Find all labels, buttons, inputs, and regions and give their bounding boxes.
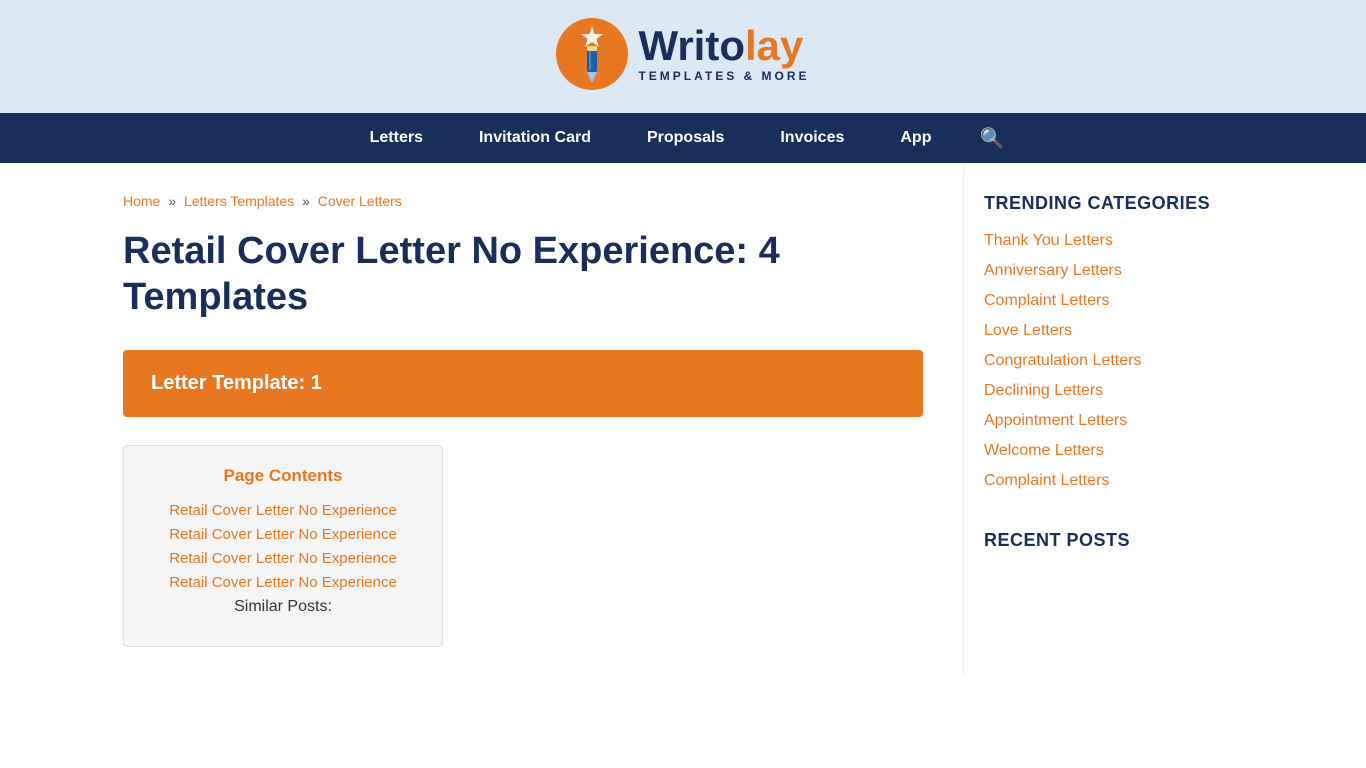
trending-item-3[interactable]: Love Letters <box>984 322 1072 339</box>
page-contents-list: Retail Cover Letter No Experience Retail… <box>154 502 412 616</box>
trending-item-6[interactable]: Appointment Letters <box>984 412 1127 429</box>
similar-posts-item: Similar Posts: <box>154 598 412 616</box>
logo-lay: lay <box>745 22 803 69</box>
page-wrapper: Home » Letters Templates » Cover Letters… <box>83 163 1283 677</box>
nav-item-invitation[interactable]: Invitation Card <box>451 113 619 163</box>
nav-link-proposals[interactable]: Proposals <box>619 113 752 163</box>
breadcrumb-home[interactable]: Home <box>123 193 160 209</box>
logo-writo: Writo <box>638 22 745 69</box>
page-title: Retail Cover Letter No Experience: 4 Tem… <box>123 229 923 320</box>
contents-link-3[interactable]: Retail Cover Letter No Experience <box>169 550 397 567</box>
list-item[interactable]: Retail Cover Letter No Experience <box>154 574 412 592</box>
list-item[interactable]: Anniversary Letters <box>984 262 1263 280</box>
recent-posts-heading: RECENT POSTS <box>984 530 1263 551</box>
list-item[interactable]: Love Letters <box>984 322 1263 340</box>
nav-item-letters[interactable]: Letters <box>342 113 451 163</box>
trending-item-0[interactable]: Thank You Letters <box>984 232 1113 249</box>
list-item[interactable]: Appointment Letters <box>984 412 1263 430</box>
trending-item-5[interactable]: Declining Letters <box>984 382 1103 399</box>
list-item[interactable]: Retail Cover Letter No Experience <box>154 550 412 568</box>
breadcrumb-sep-2: » <box>302 193 314 209</box>
site-header: Writolay TEMPLATES & MORE <box>0 0 1366 113</box>
contents-link-4[interactable]: Retail Cover Letter No Experience <box>169 574 397 591</box>
nav-item-invoices[interactable]: Invoices <box>752 113 872 163</box>
trending-item-8[interactable]: Complaint Letters <box>984 472 1109 489</box>
logo-text: Writolay TEMPLATES & MORE <box>638 25 809 83</box>
sidebar: TRENDING CATEGORIES Thank You Letters An… <box>963 163 1263 677</box>
nav-item-proposals[interactable]: Proposals <box>619 113 752 163</box>
similar-posts-label: Similar Posts: <box>234 598 332 615</box>
list-item[interactable]: Congratulation Letters <box>984 352 1263 370</box>
list-item[interactable]: Welcome Letters <box>984 442 1263 460</box>
template-box-label: Letter Template: 1 <box>151 372 322 394</box>
recent-posts-section: RECENT POSTS <box>984 530 1263 551</box>
nav-link-app[interactable]: App <box>872 113 959 163</box>
trending-item-2[interactable]: Complaint Letters <box>984 292 1109 309</box>
list-item[interactable]: Retail Cover Letter No Experience <box>154 502 412 520</box>
list-item[interactable]: Thank You Letters <box>984 232 1263 250</box>
nav-link-letters[interactable]: Letters <box>342 113 451 163</box>
logo-icon <box>556 18 628 90</box>
breadcrumb-sep-1: » <box>168 193 180 209</box>
logo[interactable]: Writolay TEMPLATES & MORE <box>556 18 809 90</box>
trending-item-1[interactable]: Anniversary Letters <box>984 262 1122 279</box>
main-nav: Letters Invitation Card Proposals Invoic… <box>0 113 1366 163</box>
logo-name: Writolay <box>638 25 803 67</box>
trending-item-7[interactable]: Welcome Letters <box>984 442 1104 459</box>
trending-heading: TRENDING CATEGORIES <box>984 193 1263 214</box>
nav-item-app[interactable]: App <box>872 113 959 163</box>
breadcrumb-letters-templates[interactable]: Letters Templates <box>184 193 294 209</box>
nav-link-invoices[interactable]: Invoices <box>752 113 872 163</box>
logo-tagline: TEMPLATES & MORE <box>638 69 809 83</box>
contents-link-1[interactable]: Retail Cover Letter No Experience <box>169 502 397 519</box>
list-item[interactable]: Declining Letters <box>984 382 1263 400</box>
breadcrumb-cover-letters[interactable]: Cover Letters <box>318 193 402 209</box>
page-contents-heading: Page Contents <box>154 466 412 486</box>
template-box: Letter Template: 1 <box>123 350 923 417</box>
list-item[interactable]: Complaint Letters <box>984 292 1263 310</box>
trending-categories-section: TRENDING CATEGORIES Thank You Letters An… <box>984 193 1263 490</box>
nav-link-invitation[interactable]: Invitation Card <box>451 113 619 163</box>
list-item[interactable]: Retail Cover Letter No Experience <box>154 526 412 544</box>
page-contents-box: Page Contents Retail Cover Letter No Exp… <box>123 445 443 647</box>
main-content: Home » Letters Templates » Cover Letters… <box>103 163 963 677</box>
trending-item-4[interactable]: Congratulation Letters <box>984 352 1141 369</box>
nav-search-icon[interactable]: 🔍 <box>959 126 1024 151</box>
contents-link-2[interactable]: Retail Cover Letter No Experience <box>169 526 397 543</box>
search-icon[interactable]: 🔍 <box>959 112 1024 166</box>
trending-list: Thank You Letters Anniversary Letters Co… <box>984 232 1263 490</box>
list-item[interactable]: Complaint Letters <box>984 472 1263 490</box>
breadcrumb: Home » Letters Templates » Cover Letters <box>123 193 923 209</box>
